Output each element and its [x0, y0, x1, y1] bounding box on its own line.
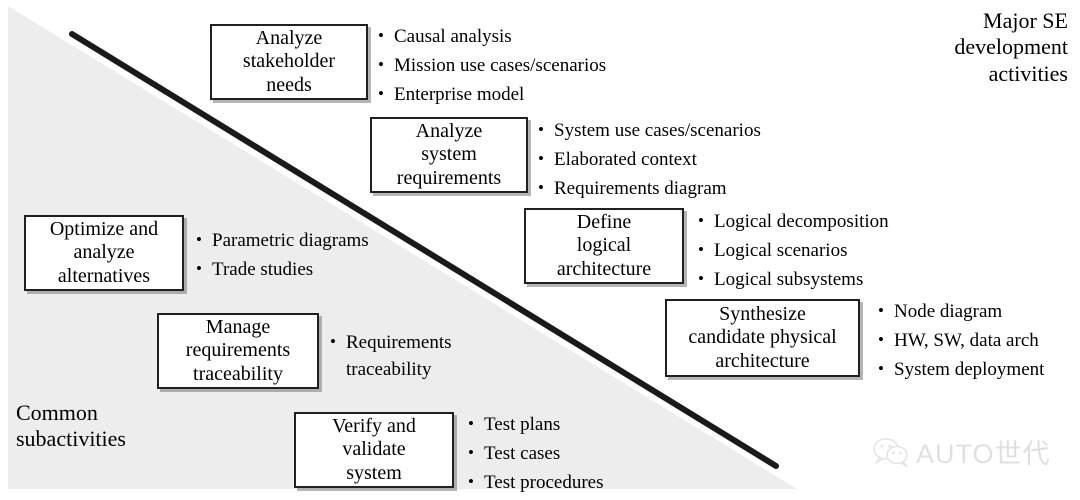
activity-box-label: Optimize and analyze alternatives [49, 218, 159, 287]
activity-box-label: Analyze system requirements [396, 120, 502, 189]
bullet-list-manage-requirements-traceability: • Requirements traceability [330, 330, 505, 386]
activity-box-label: Manage requirements traceability [185, 316, 291, 385]
bullet-item: • Requirements traceability [330, 330, 505, 384]
bullet-list-analyze-stakeholder-needs: • Causal analysis • Mission use cases/sc… [378, 24, 638, 111]
bullet-text: Requirements diagram [554, 177, 727, 199]
heading-common-subactivities: Common subactivities [16, 400, 126, 452]
watermark: AUTO世代 [872, 432, 1051, 471]
bullet-text: Test cases [484, 442, 561, 464]
bullet-item: • Node diagram [878, 299, 1080, 326]
bullet-list-define-logical-architecture: • Logical decomposition • Logical scenar… [698, 209, 948, 296]
bullet-item: • Requirements diagram [538, 176, 808, 203]
activity-box-label: Analyze stakeholder needs [242, 27, 336, 96]
wechat-icon [873, 437, 908, 467]
bullet-item: • Logical subsystems [698, 267, 948, 294]
bullet-dot-icon: • [196, 258, 202, 278]
bullet-text: Mission use cases/scenarios [394, 54, 607, 76]
activity-box-analyze-stakeholder-needs[interactable]: Analyze stakeholder needs [210, 24, 368, 100]
diagram-canvas: Analyze stakeholder needs • Causal analy… [0, 0, 1080, 500]
bullet-item: • Test plans [468, 412, 688, 439]
bullet-dot-icon: • [698, 268, 704, 288]
bullet-item: • Logical decomposition [698, 209, 948, 236]
bullet-list-synthesize-candidate-physical-architecture: • Node diagram • HW, SW, data arch • Sys… [878, 299, 1080, 386]
bullet-dot-icon: • [330, 332, 336, 351]
bullet-text: Causal analysis [394, 26, 512, 47]
bullet-dot-icon: • [378, 54, 384, 74]
bullet-item: • Mission use cases/scenarios [378, 53, 638, 80]
bullet-text: HW, SW, data arch [894, 329, 1039, 351]
bullet-dot-icon: • [878, 329, 884, 349]
bullet-item: • Parametric diagrams [196, 228, 446, 255]
bullet-dot-icon: • [378, 83, 384, 103]
bullet-text: System deployment [894, 358, 1045, 380]
bullet-item: • Test cases [468, 441, 688, 468]
activity-box-label: Synthesize candidate physical architectu… [688, 303, 837, 372]
heading-major-se-development-activities: Major SE development activities [954, 8, 1068, 86]
bullet-list-optimize-and-analyze-alternatives: • Parametric diagrams • Trade studies [196, 228, 446, 286]
activity-box-analyze-system-requirements[interactable]: Analyze system requirements [370, 117, 528, 193]
activity-box-verify-and-validate-system[interactable]: Verify and validate system [294, 412, 454, 488]
bullet-dot-icon: • [378, 26, 384, 45]
bullet-text: Test plans [484, 414, 561, 435]
bullet-dot-icon: • [878, 301, 884, 320]
activity-box-manage-requirements-traceability[interactable]: Manage requirements traceability [157, 313, 319, 389]
bullet-text: Parametric diagrams [212, 230, 369, 251]
bullet-item: • Causal analysis [378, 24, 638, 51]
bullet-dot-icon: • [878, 358, 884, 378]
activity-box-optimize-and-analyze-alternatives[interactable]: Optimize and analyze alternatives [24, 215, 184, 291]
bullet-dot-icon: • [468, 442, 474, 462]
bullet-dot-icon: • [196, 230, 202, 249]
bullet-list-verify-and-validate-system: • Test plans • Test cases • Test procedu… [468, 412, 688, 499]
bullet-text: Node diagram [894, 301, 1003, 322]
bullet-dot-icon: • [468, 414, 474, 433]
bullet-dot-icon: • [538, 120, 544, 139]
activity-box-define-logical-architecture[interactable]: Define logical architecture [524, 208, 684, 284]
watermark-text: AUTO世代 [916, 439, 1051, 469]
bullet-list-analyze-system-requirements: • System use cases/scenarios • Elaborate… [538, 118, 808, 205]
bullet-text: Trade studies [212, 258, 314, 280]
bullet-text: Elaborated context [554, 148, 697, 170]
bullet-item: • Test procedures [468, 470, 688, 497]
activity-box-synthesize-candidate-physical-architecture[interactable]: Synthesize candidate physical architectu… [665, 299, 860, 377]
bullet-item: • System deployment [878, 357, 1080, 384]
bullet-item: • System use cases/scenarios [538, 118, 808, 145]
bullet-dot-icon: • [468, 471, 474, 491]
bullet-text: System use cases/scenarios [554, 120, 761, 141]
bullet-text: Logical decomposition [714, 211, 889, 232]
bullet-dot-icon: • [538, 148, 544, 168]
bullet-text: Logical subsystems [714, 268, 864, 290]
bullet-text: Requirements traceability [346, 332, 452, 380]
bullet-text: Logical scenarios [714, 239, 848, 261]
bullet-item: • Logical scenarios [698, 238, 948, 265]
bullet-text: Enterprise model [394, 83, 525, 105]
bullet-item: • Enterprise model [378, 82, 638, 109]
bullet-item: • HW, SW, data arch [878, 328, 1080, 355]
bullet-dot-icon: • [538, 177, 544, 197]
activity-box-label: Define logical architecture [556, 211, 652, 280]
activity-box-label: Verify and validate system [332, 415, 416, 484]
bullet-text: Test procedures [484, 471, 604, 493]
bullet-dot-icon: • [698, 211, 704, 230]
bullet-item: • Trade studies [196, 257, 446, 284]
bullet-item: • Elaborated context [538, 147, 808, 174]
bullet-dot-icon: • [698, 239, 704, 259]
